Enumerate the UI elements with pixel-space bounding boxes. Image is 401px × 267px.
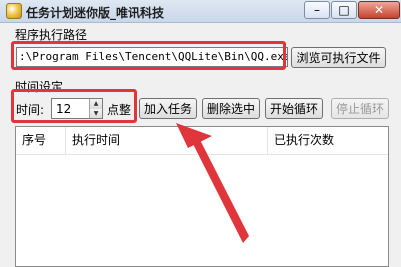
table-header: 序号 执行时间 已执行次数 xyxy=(16,127,388,155)
window-title: 任务计划迷你版_唯讯科技 xyxy=(26,6,165,20)
title-bar: 任务计划迷你版_唯讯科技 – □ ✕ xyxy=(0,0,401,23)
browse-executable-button[interactable]: 浏览可执行文件 xyxy=(291,47,386,68)
path-highlight-box xyxy=(11,41,286,70)
start-loop-button[interactable]: 开始循环 xyxy=(265,98,323,119)
close-button[interactable]: ✕ xyxy=(358,1,400,19)
minimize-button[interactable]: – xyxy=(304,1,330,19)
time-highlight-box xyxy=(11,89,137,123)
maximize-button[interactable]: □ xyxy=(331,1,357,19)
add-task-button[interactable]: 加入任务 xyxy=(139,98,197,119)
column-header-exec-time[interactable]: 执行时间 xyxy=(66,127,268,154)
stop-loop-button[interactable]: 停止循环 xyxy=(331,98,389,119)
delete-selected-button[interactable]: 删除选中 xyxy=(202,98,260,119)
column-header-exec-count[interactable]: 已执行次数 xyxy=(268,127,388,154)
column-header-index[interactable]: 序号 xyxy=(16,127,66,154)
task-table[interactable]: 序号 执行时间 已执行次数 xyxy=(15,126,389,267)
app-icon xyxy=(6,3,22,19)
